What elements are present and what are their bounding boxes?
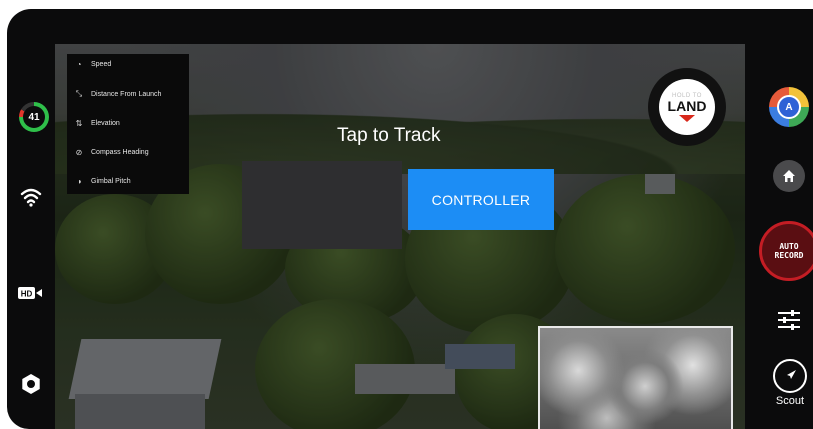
hold-to-land-button[interactable]: HOLD TO LAND [648,68,726,146]
auto-record-button[interactable]: AUTO RECORD [759,221,813,281]
scout-button[interactable]: Scout [765,359,813,424]
telemetry-item-distance[interactable]: ⤡ Distance From Launch [67,84,189,104]
compass-icon: ⊘ [75,147,83,157]
telemetry-item-compass[interactable]: ⊘ Compass Heading [67,142,189,162]
navigation-map-button[interactable]: A [769,87,809,127]
land-label: LAND [667,97,707,114]
thermal-camera-pip[interactable] [538,326,733,429]
gimbal-icon: ◑ [76,176,82,186]
tracking-target-box[interactable] [242,161,402,249]
auto-label: AUTO [779,242,799,251]
settings-gear-icon[interactable] [20,373,42,400]
navigation-icon: A [777,95,801,119]
auto-record-label: AUTO RECORD [775,242,804,260]
home-button[interactable] [773,160,805,192]
battery-indicator[interactable]: 41 [19,102,49,132]
chevron-down-icon [679,114,695,122]
wifi-icon[interactable] [20,187,42,212]
land-button-face: HOLD TO LAND [659,79,715,135]
telemetry-menu: ◔ Speed ⤡ Distance From Launch ⇅ Elevati… [67,54,189,194]
telemetry-label: Distance From Launch [91,90,162,98]
app-frame: ◔ Speed ⤡ Distance From Launch ⇅ Elevati… [7,9,813,429]
hd-video-icon[interactable]: HD [17,285,43,306]
telemetry-label: Compass Heading [91,148,149,156]
sliders-settings-icon[interactable] [776,307,802,333]
scout-label: Scout [775,395,805,407]
elevation-icon: ⇅ [75,118,83,128]
compass-arrow-icon [773,359,807,393]
svg-text:HD: HD [21,290,33,299]
controller-button[interactable]: CONTROLLER [408,169,554,230]
tap-to-track-label: Tap to Track [337,125,441,146]
telemetry-item-gimbal[interactable]: ◑ Gimbal Pitch [67,171,189,191]
telemetry-label: Gimbal Pitch [91,177,131,185]
battery-level: 41 [23,106,45,128]
telemetry-label: Elevation [91,119,120,127]
distance-icon: ⤡ [75,89,83,98]
speed-icon: ◔ [76,59,82,69]
telemetry-item-elevation[interactable]: ⇅ Elevation [67,113,189,133]
home-icon [783,170,795,182]
telemetry-item-speed[interactable]: ◔ Speed [67,54,189,74]
record-label: RECORD [774,251,804,260]
telemetry-label: Speed [91,60,112,68]
